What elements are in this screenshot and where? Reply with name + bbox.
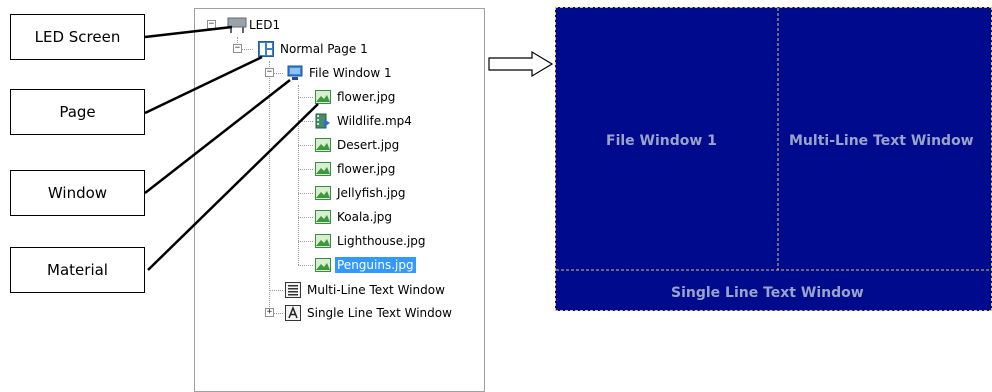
multi-line-text-icon bbox=[285, 282, 301, 298]
led-screen-icon bbox=[227, 17, 247, 33]
tree-label-single-line-window: Single Line Text Window bbox=[307, 306, 452, 320]
collapse-file-window-icon[interactable]: − bbox=[265, 68, 274, 77]
tree-node-multi-line-window[interactable]: Multi-Line Text Window bbox=[285, 280, 447, 300]
collapse-root-icon[interactable]: − bbox=[207, 20, 216, 29]
tree-label-material: flower.jpg bbox=[337, 162, 396, 176]
tree-label-material: flower.jpg bbox=[337, 90, 396, 104]
image-file-icon bbox=[315, 233, 331, 249]
tree-node-material-2[interactable]: Wildlife.mp4 bbox=[315, 111, 414, 131]
callout-material: Material bbox=[10, 247, 145, 293]
led-screen-preview: File Window 1 Multi-Line Text Window Sin… bbox=[555, 7, 992, 311]
right-arrow-icon bbox=[488, 50, 554, 78]
tree-label-page: Normal Page 1 bbox=[280, 42, 368, 56]
image-file-icon bbox=[315, 137, 331, 153]
image-file-icon bbox=[315, 209, 331, 225]
tree-label-material: Koala.jpg bbox=[337, 210, 393, 224]
tree-node-material-1[interactable]: flower.jpg bbox=[315, 87, 397, 107]
image-file-icon bbox=[315, 185, 331, 201]
tree-node-led1[interactable]: LED1 bbox=[227, 15, 282, 35]
callout-led-screen: LED Screen bbox=[10, 14, 145, 60]
single-line-text-icon bbox=[285, 305, 301, 321]
tree-node-material-5[interactable]: Jellyfish.jpg bbox=[315, 183, 408, 203]
image-file-icon bbox=[315, 89, 331, 105]
page-icon bbox=[258, 41, 274, 57]
tree-label-material: Wildlife.mp4 bbox=[337, 114, 412, 128]
monitor-icon bbox=[287, 65, 303, 81]
tree-node-file-window[interactable]: File Window 1 bbox=[287, 63, 394, 83]
tree-panel: − − − + LED1 Normal Page 1 File Window 1… bbox=[194, 8, 485, 392]
callout-page: Page bbox=[10, 89, 145, 135]
image-file-icon bbox=[315, 257, 331, 273]
tree-label-selected-material: Penguins.jpg bbox=[335, 257, 416, 273]
preview-file-window-label: File Window 1 bbox=[606, 133, 717, 149]
tree-node-page[interactable]: Normal Page 1 bbox=[258, 39, 370, 59]
preview-single-line-label: Single Line Text Window bbox=[671, 285, 864, 301]
preview-multi-line-label: Multi-Line Text Window bbox=[789, 133, 974, 149]
tree-node-material-3[interactable]: Desert.jpg bbox=[315, 135, 401, 155]
tree-label-material: Jellyfish.jpg bbox=[337, 186, 406, 200]
image-file-icon bbox=[315, 161, 331, 177]
tree-label-file-window: File Window 1 bbox=[309, 66, 392, 80]
tree-node-material-8[interactable]: Penguins.jpg bbox=[315, 255, 416, 275]
tree-node-material-4[interactable]: flower.jpg bbox=[315, 159, 397, 179]
expand-single-line-icon[interactable]: + bbox=[265, 308, 274, 317]
tree-label-material: Desert.jpg bbox=[337, 138, 400, 152]
tree-label-multi-line-window: Multi-Line Text Window bbox=[307, 283, 445, 297]
video-file-icon bbox=[315, 113, 331, 129]
tree-label-led1: LED1 bbox=[249, 18, 281, 32]
collapse-page-icon[interactable]: − bbox=[233, 44, 242, 53]
callout-window: Window bbox=[10, 170, 145, 216]
tree-node-material-6[interactable]: Koala.jpg bbox=[315, 207, 394, 227]
preview-dividers bbox=[556, 8, 991, 271]
tree-node-single-line-window[interactable]: Single Line Text Window bbox=[285, 303, 454, 323]
tree-node-material-7[interactable]: Lighthouse.jpg bbox=[315, 231, 428, 251]
tree-label-material: Lighthouse.jpg bbox=[337, 234, 426, 248]
